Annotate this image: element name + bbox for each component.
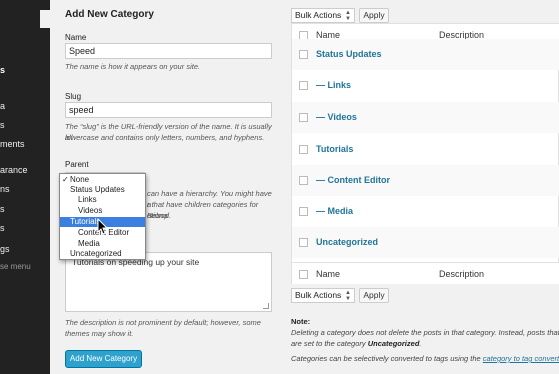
slug-input[interactable]: speed xyxy=(65,102,272,118)
description-hint-line-2: themes may show it. xyxy=(65,329,134,338)
table-row: — Links xyxy=(292,70,559,101)
description-hint-line-1: The description is not prominent by defa… xyxy=(65,318,261,327)
bulk-actions-select-top[interactable]: Bulk Actions ▲ ▼ xyxy=(291,8,355,23)
parent-option-links[interactable]: Links xyxy=(60,195,145,205)
mouse-pointer-icon xyxy=(97,218,109,235)
categories-list-panel: Bulk Actions ▲ ▼ Apply Name Description S… xyxy=(285,0,559,374)
row-checkbox[interactable] xyxy=(299,145,308,154)
row-checkbox[interactable] xyxy=(299,207,308,216)
column-footer-name[interactable]: Name xyxy=(316,269,340,279)
bulk-actions-label-top: Bulk Actions xyxy=(295,10,342,20)
parent-option-status-updates[interactable]: Status Updates xyxy=(60,185,145,195)
parent-option-videos[interactable]: Videos xyxy=(60,206,145,216)
category-to-tag-converter-link[interactable]: category to tag converter xyxy=(483,354,559,363)
row-checkbox[interactable] xyxy=(299,113,308,122)
table-row: Tutorials xyxy=(292,134,559,165)
note-title: Note: xyxy=(291,317,311,326)
sidebar-item-comments[interactable]: ments xyxy=(0,137,50,151)
category-link[interactable]: Tutorials xyxy=(316,144,353,154)
sidebar-current-indicator xyxy=(40,10,50,28)
row-checkbox[interactable] xyxy=(299,176,308,185)
table-row: — Videos xyxy=(292,102,559,133)
parent-option-uncategorized[interactable]: Uncategorized xyxy=(60,249,145,259)
resize-grip[interactable] xyxy=(263,303,269,309)
sidebar-item-settings[interactable]: gs xyxy=(0,242,50,256)
name-input[interactable]: Speed xyxy=(65,43,272,59)
sidebar-item-users[interactable]: s xyxy=(0,202,50,216)
select-arrows-icon: ▲ ▼ xyxy=(345,10,351,22)
bulk-actions-label-bottom: Bulk Actions xyxy=(295,290,342,300)
categories-table: Name Description Status Updates — Links … xyxy=(291,23,559,284)
category-link[interactable]: — Videos xyxy=(316,112,357,122)
note-line-2: are set to the category Uncategorized. xyxy=(291,339,422,348)
parent-hint-line-3: otional. xyxy=(147,211,172,220)
apply-button-top[interactable]: Apply xyxy=(359,8,389,23)
slug-label: Slug xyxy=(65,92,82,101)
parent-dropdown-list: ✓ None Status Updates Links Videos Tutor… xyxy=(59,173,146,260)
category-link[interactable]: — Content Editor xyxy=(316,175,390,185)
apply-button-bottom[interactable]: Apply xyxy=(359,288,389,303)
collapse-menu-button[interactable]: se menu xyxy=(0,260,50,274)
parent-label: Parent xyxy=(65,160,89,169)
category-link[interactable]: — Media xyxy=(316,206,353,216)
form-title: Add New Category xyxy=(65,9,154,20)
row-checkbox[interactable] xyxy=(299,238,308,247)
sidebar-item-media[interactable]: a xyxy=(0,99,50,113)
admin-sidebar: s a s ments arance ns s s gs se menu xyxy=(0,0,50,374)
name-label: Name xyxy=(65,33,87,42)
parent-option-none[interactable]: None xyxy=(60,175,145,185)
column-footer-description[interactable]: Description xyxy=(439,269,484,279)
row-checkbox[interactable] xyxy=(299,81,308,90)
slug-hint-line-2: lowercase and contains only letters, num… xyxy=(65,133,265,142)
add-new-category-button[interactable]: Add New Category xyxy=(65,350,142,368)
select-arrows-icon: ▲ ▼ xyxy=(345,290,351,302)
table-row: Status Updates xyxy=(292,39,559,70)
table-row: — Media xyxy=(292,196,559,227)
sidebar-item-tools[interactable]: s xyxy=(0,221,50,235)
row-checkbox[interactable] xyxy=(299,50,308,59)
select-all-checkbox-bottom[interactable] xyxy=(299,270,308,279)
sidebar-item-appearance[interactable]: arance xyxy=(0,163,50,177)
note-line-3: Categories can be selectively converted … xyxy=(291,353,559,364)
category-link[interactable]: Status Updates xyxy=(316,49,382,59)
table-row: — Content Editor xyxy=(292,165,559,196)
category-link[interactable]: Uncategorized xyxy=(316,237,378,247)
sidebar-item-posts[interactable]: s xyxy=(0,63,50,77)
table-footer: Name Description xyxy=(292,262,559,284)
note-line-1: Deleting a category does not delete the … xyxy=(291,328,559,337)
bulk-actions-select-bottom[interactable]: Bulk Actions ▲ ▼ xyxy=(291,288,355,303)
category-link[interactable]: — Links xyxy=(316,80,351,90)
table-row: Uncategorized xyxy=(292,227,559,258)
sidebar-item-plugins[interactable]: ns xyxy=(0,182,50,196)
parent-option-media[interactable]: Media xyxy=(60,239,145,249)
description-textarea[interactable]: Tutorials on speeding up your site xyxy=(65,252,272,312)
sidebar-item-pages[interactable]: s xyxy=(0,118,50,132)
name-hint: The name is how it appears on your site. xyxy=(65,62,201,71)
